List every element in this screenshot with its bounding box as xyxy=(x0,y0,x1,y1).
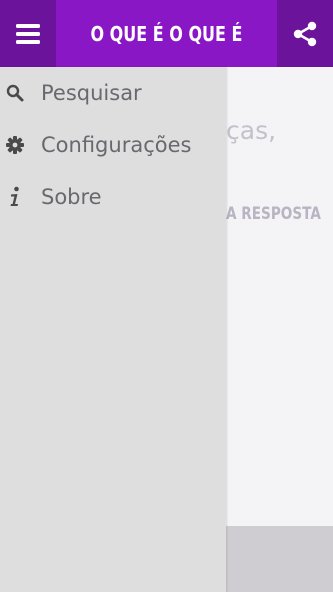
drawer-item-label: Configurações xyxy=(41,133,192,157)
drawer-item-label: Pesquisar xyxy=(41,81,142,105)
app-title: O QUE É O QUE É xyxy=(90,21,243,46)
drawer-item-settings[interactable]: Configurações xyxy=(0,119,226,171)
menu-button[interactable] xyxy=(0,0,56,67)
background-text-partial: ças, xyxy=(226,116,277,145)
gear-icon xyxy=(0,130,30,160)
share-icon xyxy=(293,21,317,46)
drawer-item-label: Sobre xyxy=(41,185,102,209)
search-icon xyxy=(0,78,30,108)
drawer-item-search[interactable]: Pesquisar xyxy=(0,67,226,119)
drawer-item-about[interactable]: Sobre xyxy=(0,171,226,223)
hamburger-menu-icon xyxy=(16,23,40,44)
share-button[interactable] xyxy=(277,0,333,67)
background-answer-partial: A RESPOSTA xyxy=(226,204,321,224)
navigation-drawer: Pesquisar Configurações Sobre xyxy=(0,67,226,592)
info-icon xyxy=(0,182,30,212)
app-bar: O QUE É O QUE É xyxy=(0,0,333,67)
